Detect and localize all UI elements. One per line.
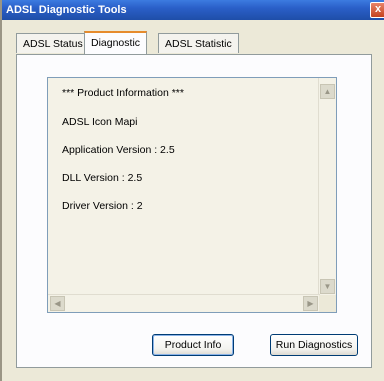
product-info-textbox[interactable]: *** Product Information *** ADSL Icon Ma…: [47, 77, 337, 313]
vertical-scrollbar[interactable]: ▲ ▼: [318, 78, 336, 296]
run-diagnostics-button[interactable]: Run Diagnostics: [270, 334, 358, 356]
info-line: *** Product Information ***: [62, 87, 184, 99]
scroll-left-icon[interactable]: ◀: [50, 296, 65, 311]
close-icon[interactable]: x: [370, 2, 384, 18]
info-line: Driver Version : 2: [62, 200, 143, 212]
tab-adsl-statistic[interactable]: ADSL Statistic: [158, 33, 239, 53]
adsl-diagnostic-window: ADSL Diagnostic Tools x ADSL Status Diag…: [0, 0, 384, 381]
scroll-right-icon[interactable]: ▶: [303, 296, 318, 311]
tab-diagnostic[interactable]: Diagnostic: [84, 31, 148, 54]
title-bar[interactable]: ADSL Diagnostic Tools x: [2, 0, 384, 20]
scroll-up-icon[interactable]: ▲: [320, 84, 335, 99]
scrollbar-corner: [319, 295, 336, 312]
info-line: DLL Version : 2.5: [62, 172, 143, 184]
diagnostic-panel: *** Product Information *** ADSL Icon Ma…: [16, 54, 372, 368]
horizontal-scrollbar[interactable]: ◀ ▶: [48, 294, 320, 312]
window-title: ADSL Diagnostic Tools: [6, 4, 127, 16]
product-info-button[interactable]: Product Info: [152, 334, 234, 356]
tab-adsl-status[interactable]: ADSL Status: [16, 33, 90, 53]
scroll-down-icon[interactable]: ▼: [320, 279, 335, 294]
info-line: ADSL Icon Mapi: [62, 116, 138, 128]
info-line: Application Version : 2.5: [62, 144, 175, 156]
